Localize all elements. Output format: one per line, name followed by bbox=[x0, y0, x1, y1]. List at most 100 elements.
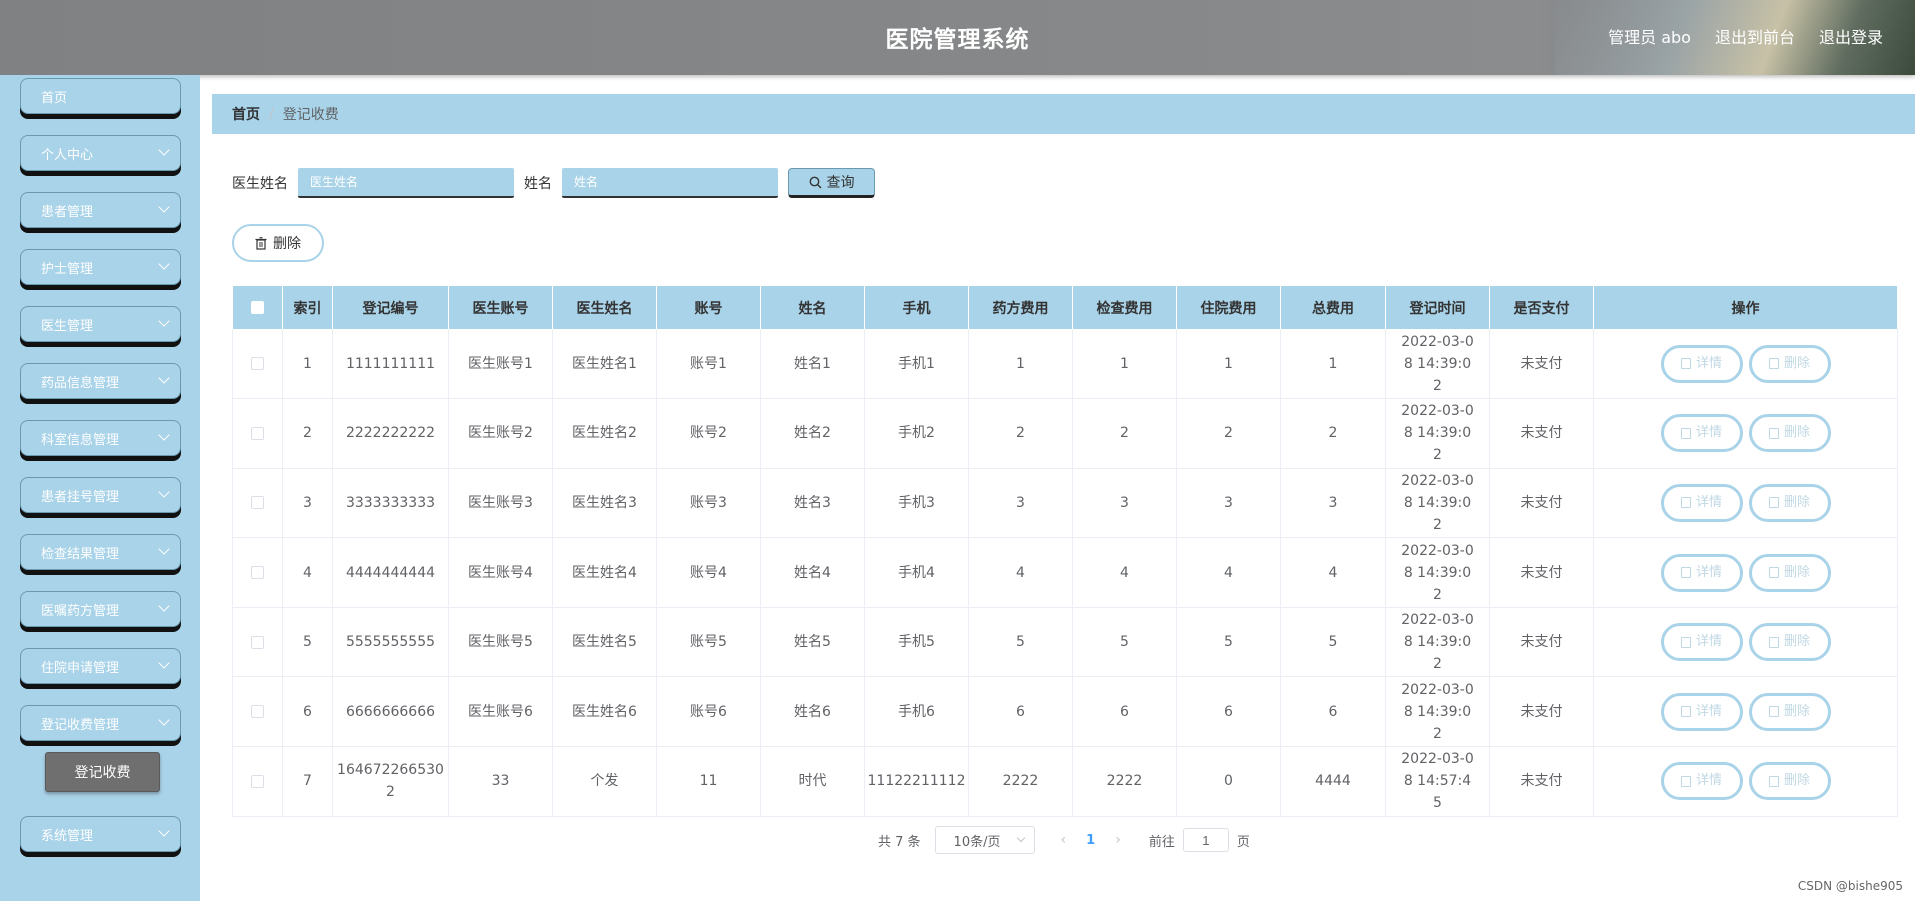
cell-paid: 未支付 bbox=[1489, 537, 1594, 608]
document-icon bbox=[1680, 427, 1691, 439]
cell-index: 3 bbox=[282, 468, 333, 539]
cell-acc: 账号6 bbox=[656, 676, 761, 748]
sidebar-item-4[interactable]: 医生管理 bbox=[20, 306, 181, 342]
cell-reg-no: 3333333333 bbox=[332, 468, 449, 539]
page-size-value: 10条/页 bbox=[953, 834, 1001, 850]
row-checkbox[interactable] bbox=[251, 426, 264, 440]
delete-button-label: 删除 bbox=[1783, 425, 1810, 441]
page-number[interactable]: 1 bbox=[1086, 833, 1095, 848]
sidebar-item-8[interactable]: 检查结果管理 bbox=[20, 534, 181, 570]
sidebar-item-9[interactable]: 医嘱药方管理 bbox=[20, 591, 181, 627]
table-body: 1 1111111111 医生账号1 医生姓名1 账号1 姓名1 手机1 1 1 1 1 2022-0… bbox=[232, 329, 1898, 817]
column-header[interactable] bbox=[232, 286, 283, 329]
cell-hosp-fee: 2 bbox=[1176, 398, 1281, 469]
delete-button[interactable]: 删除 bbox=[1748, 553, 1831, 592]
row-checkbox[interactable] bbox=[251, 566, 264, 580]
sidebar-item-label: 医生管理 bbox=[41, 318, 94, 334]
goto-page-input[interactable] bbox=[1182, 828, 1229, 852]
detail-button-label: 详情 bbox=[1695, 564, 1722, 580]
detail-button[interactable]: 详情 bbox=[1660, 623, 1743, 662]
breadcrumb: 首页 / 登记收费 bbox=[212, 94, 1915, 134]
sidebar-item-7[interactable]: 患者挂号管理 bbox=[20, 477, 181, 513]
chevron-down-icon bbox=[158, 657, 170, 669]
detail-button[interactable]: 详情 bbox=[1660, 483, 1743, 522]
sidebar-item-12[interactable]: 系统管理 bbox=[20, 816, 181, 852]
sidebar-item-2[interactable]: 患者管理 bbox=[20, 192, 181, 228]
cell-drug-fee: 3 bbox=[968, 468, 1073, 539]
cell-exam-fee: 3 bbox=[1072, 468, 1177, 539]
detail-button[interactable]: 详情 bbox=[1660, 762, 1743, 801]
cell-name: 姓名5 bbox=[760, 607, 865, 678]
cell-actions: 详情 删除 bbox=[1593, 607, 1898, 678]
cell-hosp-fee: 0 bbox=[1176, 746, 1281, 817]
cell-hosp-fee: 5 bbox=[1176, 607, 1281, 678]
page-size-select[interactable]: 10条/页 bbox=[934, 826, 1035, 854]
select-all-checkbox[interactable] bbox=[250, 301, 264, 314]
detail-button[interactable]: 详情 bbox=[1660, 344, 1743, 383]
prev-page-icon[interactable]: ‹ bbox=[1061, 832, 1067, 848]
doctor-name-input[interactable] bbox=[298, 168, 514, 198]
delete-button[interactable]: 删除 bbox=[1748, 344, 1831, 383]
cell-doc-name: 医生姓名6 bbox=[552, 676, 657, 748]
logout-link[interactable]: 退出登录 bbox=[1819, 24, 1883, 48]
column-header: 药方费用 bbox=[968, 286, 1073, 329]
cell-exam-fee: 6 bbox=[1072, 676, 1177, 748]
page-suffix: 页 bbox=[1236, 834, 1250, 850]
sidebar-item-3[interactable]: 护士管理 bbox=[20, 249, 181, 285]
chevron-down-icon bbox=[158, 429, 170, 441]
row-checkbox-cell bbox=[232, 746, 283, 817]
column-header: 医生账号 bbox=[448, 286, 553, 329]
delete-button[interactable]: 删除 bbox=[1748, 692, 1831, 731]
query-button[interactable]: 查询 bbox=[788, 168, 875, 198]
sidebar-item-0[interactable]: 首页 bbox=[20, 78, 181, 114]
detail-button[interactable]: 详情 bbox=[1660, 553, 1743, 592]
pagination: 共 7 条 10条/页 ‹ 1 › 前往 页 bbox=[878, 826, 1250, 854]
trash-icon bbox=[1768, 497, 1779, 509]
sidebar-item-1[interactable]: 个人中心 bbox=[20, 135, 181, 171]
table-row: 5 5555555555 医生账号5 医生姓名5 账号5 姓名5 手机5 5 5 5 5 2022-0… bbox=[232, 607, 1898, 678]
sidebar-item-label: 住院申请管理 bbox=[41, 660, 120, 676]
sidebar-item-11[interactable]: 登记收费管理 bbox=[20, 705, 181, 741]
row-checkbox[interactable] bbox=[251, 774, 264, 788]
breadcrumb-home[interactable]: 首页 bbox=[232, 104, 260, 124]
name-input[interactable] bbox=[562, 168, 778, 198]
cell-reg-no: 6666666666 bbox=[332, 676, 449, 748]
doctor-name-label: 医生姓名 bbox=[232, 176, 288, 192]
delete-button[interactable]: 删除 bbox=[1748, 414, 1831, 453]
goto-label: 前往 bbox=[1148, 834, 1175, 850]
cell-paid: 未支付 bbox=[1489, 398, 1594, 469]
chevron-down-icon bbox=[158, 372, 170, 384]
document-icon bbox=[1680, 775, 1691, 787]
delete-button[interactable]: 删除 bbox=[1748, 623, 1831, 662]
column-header: 住院费用 bbox=[1176, 286, 1281, 329]
cell-name: 姓名6 bbox=[760, 676, 865, 748]
cell-reg-no: 4444444444 bbox=[332, 537, 449, 608]
column-header: 姓名 bbox=[760, 286, 865, 329]
next-page-icon[interactable]: › bbox=[1115, 832, 1121, 848]
detail-button[interactable]: 详情 bbox=[1660, 414, 1743, 453]
to-front-link[interactable]: 退出到前台 bbox=[1715, 24, 1795, 48]
detail-button-label: 详情 bbox=[1695, 703, 1722, 719]
sidebar-item-10[interactable]: 住院申请管理 bbox=[20, 648, 181, 684]
total-count: 共 7 条 bbox=[878, 834, 921, 850]
delete-button[interactable]: 删除 bbox=[1748, 483, 1831, 522]
chevron-down-icon bbox=[158, 714, 170, 726]
row-checkbox[interactable] bbox=[251, 635, 264, 649]
row-checkbox[interactable] bbox=[251, 496, 264, 510]
sidebar-item-label: 登记收费管理 bbox=[41, 717, 120, 733]
cell-doc-acc: 医生账号5 bbox=[448, 607, 553, 678]
detail-button-label: 详情 bbox=[1695, 634, 1722, 650]
sidebar-item-5[interactable]: 药品信息管理 bbox=[20, 363, 181, 399]
cell-index: 5 bbox=[282, 607, 333, 678]
cell-phone: 手机6 bbox=[864, 676, 969, 748]
cell-phone: 11122211112 bbox=[864, 746, 969, 817]
sidebar-subitem-register-fee[interactable]: 登记收费 bbox=[45, 752, 160, 792]
delete-button[interactable]: 删除 bbox=[1748, 762, 1831, 801]
sidebar-item-6[interactable]: 科室信息管理 bbox=[20, 420, 181, 456]
batch-delete-button[interactable]: 删除 bbox=[232, 224, 324, 262]
table-row: 6 6666666666 医生账号6 医生姓名6 账号6 姓名6 手机6 6 6 6 6 2022-0… bbox=[232, 676, 1898, 748]
row-checkbox[interactable] bbox=[251, 357, 264, 371]
row-checkbox[interactable] bbox=[251, 705, 264, 719]
cell-acc: 11 bbox=[656, 746, 761, 817]
detail-button[interactable]: 详情 bbox=[1660, 692, 1743, 731]
